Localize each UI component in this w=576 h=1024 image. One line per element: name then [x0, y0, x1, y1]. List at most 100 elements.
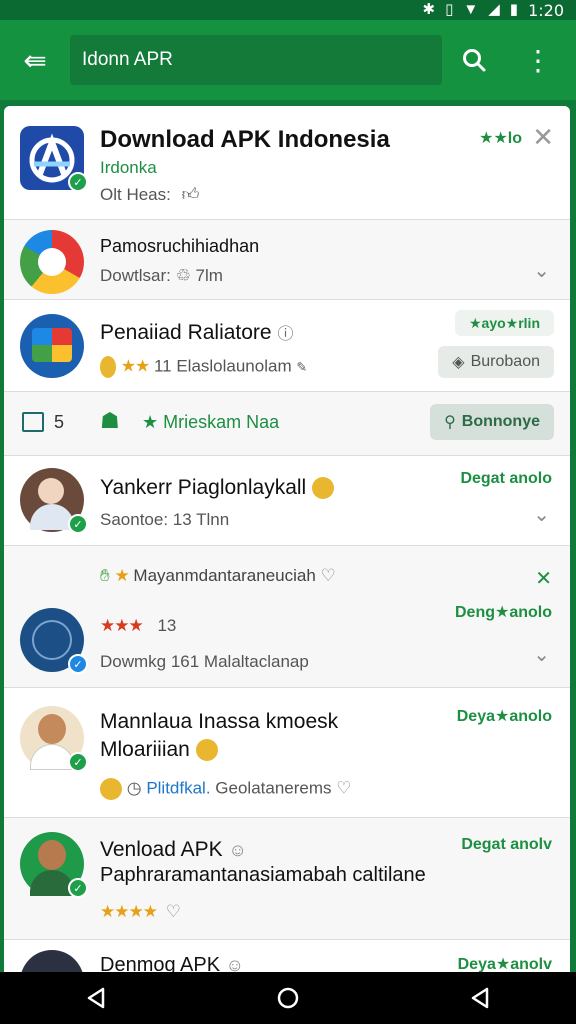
back-button[interactable] [66, 972, 126, 1024]
system-nav-bar [0, 972, 576, 1024]
info-icon: ⓘ [277, 326, 294, 343]
more-vert-icon: ⋮ [524, 44, 552, 76]
search-icon: ⚲ [444, 414, 456, 431]
emoji-icon [195, 739, 218, 762]
coin-icon [100, 356, 116, 378]
app-title: Mannlaua Inassa kmoesk [100, 710, 339, 733]
search-text: Idonn APR [82, 49, 173, 70]
vibrate-icon: ▯ [445, 1, 454, 18]
search-button[interactable] [442, 20, 506, 100]
app-title: Venload APK ☺ [100, 838, 247, 862]
verified-icon: ✓ [68, 752, 88, 772]
chevron-down-icon[interactable]: ⌄ [533, 642, 550, 667]
action-button[interactable]: ⚲ Bonnonye [430, 404, 554, 440]
verified-icon: ✓ [68, 514, 88, 534]
chevron-down-icon[interactable]: ⌄ [533, 502, 550, 527]
menu-button[interactable]: ⇚ [0, 20, 70, 100]
smile-icon: ☺ [225, 955, 245, 972]
home-circle-icon [277, 987, 299, 1009]
app-meta: Olt Heas: 👍︎ [100, 184, 199, 205]
emoji-icon [100, 778, 122, 800]
status-bar: ✱ ▯ ▼ ◢ ▮ 1:20 [0, 0, 576, 20]
list-item[interactable]: Denmog APK ☺ Deya★anolv [4, 940, 570, 972]
app-meta: ★★ 11 Elaslolaunolam ✎ [100, 356, 307, 378]
chevron-down-icon[interactable]: ⌄ [533, 258, 550, 283]
avatar: ✓ [20, 832, 88, 898]
status-label: Deya★anolv [457, 956, 552, 972]
app-title: Pamosruchihiadhan [100, 236, 260, 256]
avatar: ✓ [20, 706, 88, 772]
count: 5 [54, 412, 65, 432]
button-label: Burobaon [470, 353, 540, 370]
emoji-icon [312, 477, 335, 500]
category-link[interactable]: ★ Mrieskam Naa [142, 412, 279, 433]
avatar: ✓ [20, 468, 88, 534]
rating-row: ★★★★ ♡ [100, 902, 181, 922]
box-icon [22, 412, 44, 432]
list-item[interactable]: ✓ Download APK Indonesia Irdonka Olt Hea… [4, 106, 570, 220]
edit-icon: ✎ [296, 359, 308, 375]
rating-stars: ★★★★ [100, 902, 158, 921]
verified-icon: ✓ [68, 172, 88, 192]
status-label: Deng★anolo [454, 604, 552, 621]
list-item[interactable]: Pamosruchihiadhan Dowtlsar: ♲ 7lm ⌄ [4, 220, 570, 300]
app-bar: ⇚ Idonn APR ⋮ [0, 20, 576, 100]
app-list: ✓ Download APK Indonesia Irdonka Olt Hea… [4, 106, 570, 972]
rating-pill: ★ayo★rlin [454, 310, 554, 336]
avatar [20, 950, 84, 972]
secondary-button[interactable]: ◈ Burobaon [438, 346, 554, 378]
close-icon[interactable]: ✕ [535, 566, 552, 591]
list-item[interactable]: ✓ Yankerr Piaglonlaykall Saontoe: 13 Tln… [4, 456, 570, 546]
clock: 1:20 [528, 0, 564, 20]
meta-link[interactable]: Plitdfkal. [146, 778, 210, 797]
bluetooth-icon: ✱ [422, 1, 436, 18]
list-item[interactable]: ✋︎ ★ Mayanmdantaraneuciah ♡ ✓ ★★★ 13 Dow… [4, 546, 570, 688]
home-button[interactable] [258, 972, 318, 1024]
app-title: Yankerr Piaglonlaykall [100, 476, 335, 500]
meta-text: Geolatanerems [215, 778, 332, 798]
signal-icon: ◢ [488, 1, 500, 18]
app-title: Penaiiad Raliatore ⓘ [100, 320, 293, 345]
app-meta: Dowtlsar: ♲ 7lm [100, 266, 223, 285]
status-label: Deya★anolo [456, 708, 552, 725]
search-input[interactable]: Idonn APR [70, 35, 442, 85]
battery-icon: ▮ [509, 1, 519, 18]
title-text: Denmog APK [100, 954, 221, 972]
recents-button[interactable] [450, 972, 510, 1024]
app-title: Denmog APK ☺ [100, 954, 244, 972]
list-item[interactable]: Penaiiad Raliatore ⓘ ★★ 11 Elaslolaunola… [4, 300, 570, 392]
heart-icon: ♡ [320, 566, 336, 585]
heart-icon: ♡ [165, 902, 181, 921]
map-icon: ☗ [100, 408, 120, 433]
recents-triangle-icon [471, 987, 489, 1009]
verified-icon: ✓ [68, 878, 88, 898]
app-icon: ✓ [20, 608, 88, 674]
heart-icon: ♡ [336, 778, 352, 798]
wifi-icon: ▼ [463, 1, 479, 18]
category-bar: 5 ☗ ★ Mrieskam Naa ⚲ Bonnonye [4, 392, 570, 456]
title-text: Mloariiian [100, 738, 190, 761]
meta-text: Olt Heas: [100, 185, 171, 204]
close-icon[interactable]: ✕ [532, 122, 554, 153]
category-text: Mrieskam Naa [163, 412, 280, 432]
star-icon: ★ [142, 412, 159, 432]
search-icon [463, 49, 486, 72]
list-item[interactable]: ✓ Venload APK ☺ Paphraramantanasiamabah … [4, 818, 570, 940]
back-triangle-icon [87, 987, 105, 1009]
title-text: Penaiiad Raliatore [100, 321, 272, 344]
status-label: Degat anolv [461, 836, 552, 853]
title-text: Yankerr Piaglonlaykall [100, 476, 307, 499]
title-text: Mayanmdantaraneuciah [133, 566, 316, 585]
list-item[interactable]: ✓ Mannlaua Inassa kmoesk Mloariiian ◷ Pl… [4, 688, 570, 818]
app-icon [20, 314, 84, 378]
tag-icon: ◈ [452, 354, 465, 371]
status-label: Degat anolo [460, 470, 552, 487]
rating-label: ★★lo [479, 130, 522, 147]
app-publisher: Irdonka [100, 158, 157, 177]
verified-icon: ✓ [68, 654, 88, 674]
title-text: Venload APK [100, 838, 223, 861]
more-options-button[interactable]: ⋮ [506, 20, 570, 100]
app-title-line2: Mloariiian [100, 738, 218, 762]
thumbs-up-icon: 👍︎ [181, 185, 200, 204]
app-meta: Saontoe: 13 Tlnn [100, 510, 230, 529]
